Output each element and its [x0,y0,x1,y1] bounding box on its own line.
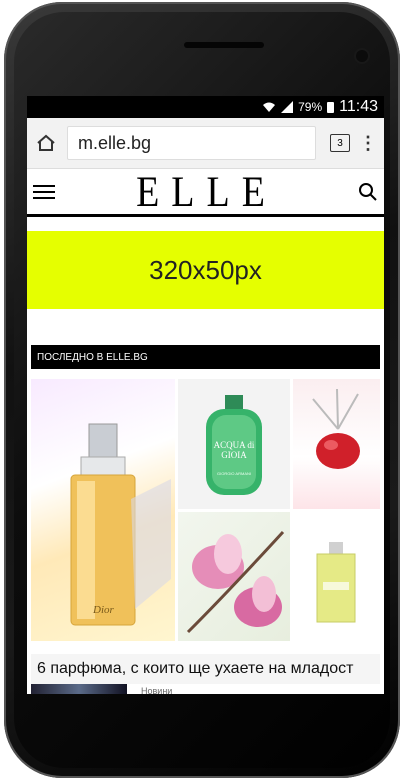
wifi-icon [263,102,276,112]
red-perfume-image [293,379,380,509]
url-text: m.elle.bg [78,132,152,153]
armani-label: GIORGIO ARMANI [216,471,251,476]
phone-screen: 79% 11:43 m.elle.bg 3 ⋮ ELLE 320x50px ПО… [27,96,384,694]
dior-perfume-image: Dior [31,379,175,641]
search-icon[interactable] [358,182,378,202]
battery-percent: 79% [298,100,323,114]
yellow-perfume-image [293,512,380,641]
tab-count: 3 [337,137,343,149]
front-camera [356,50,368,62]
article-title[interactable]: 6 парфюма, с които ще ухаете на младост [31,654,380,684]
battery-icon [327,101,335,113]
signal-icon [281,101,294,113]
magnolia-flowers-image [178,512,290,641]
site-header: ELLE [27,166,384,217]
clock: 11:43 [339,98,378,115]
browser-toolbar: m.elle.bg 3 ⋮ [27,118,384,169]
site-logo[interactable]: ELLE [136,166,277,217]
ad-label: 320x50px [149,254,262,285]
tab-switcher-button[interactable]: 3 [330,134,350,152]
next-article-thumbnail [31,684,127,694]
address-bar[interactable]: m.elle.bg [67,126,316,160]
earpiece [184,42,264,48]
section-heading: ПОСЛЕДНО В ELLE.BG [31,345,380,369]
status-bar: 79% 11:43 [27,96,384,118]
section-title: ПОСЛЕДНО В ELLE.BG [37,351,148,363]
overflow-menu-icon[interactable]: ⋮ [358,134,378,152]
hamburger-menu-icon[interactable] [33,184,55,199]
home-icon[interactable] [33,130,59,156]
dior-label: Dior [93,604,114,616]
article-image[interactable]: Dior ACQUA di GIOIA GIORGIO ARMANI [31,379,380,641]
article-title-text: 6 парфюма, с които ще ухаете на младост [37,660,354,677]
ad-banner[interactable]: 320x50px [27,231,384,309]
next-article-category: Новини [141,686,173,694]
acqua-di-gioia-image: ACQUA di GIOIA GIORGIO ARMANI [178,379,290,509]
acqua-label: ACQUA di GIOIA [213,440,255,460]
next-article-teaser[interactable]: Новини [31,684,380,694]
